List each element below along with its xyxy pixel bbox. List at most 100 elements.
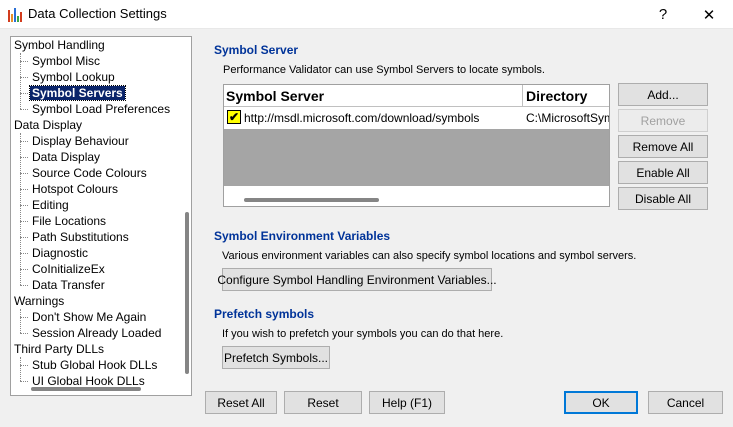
column-header-symbol-server[interactable]: Symbol Server: [226, 88, 324, 104]
settings-tree[interactable]: Symbol Handling Symbol Misc Symbol Lookup S…: [10, 36, 192, 396]
tree-branch-line: [20, 357, 21, 381]
tree-vertical-scroll-thumb[interactable]: [185, 212, 189, 374]
tree-item-symbol-servers[interactable]: Symbol Servers: [29, 85, 126, 101]
tree-item-label: Path Substitutions: [32, 230, 129, 244]
tree-connector: [20, 141, 28, 142]
symbol-server-grid[interactable]: Symbol Server Directory ✔ http://msdl.mi…: [223, 84, 610, 207]
reset-button[interactable]: Reset: [284, 391, 362, 414]
tree-item-data-transfer[interactable]: Data Transfer: [30, 277, 107, 293]
help-icon[interactable]: ?: [640, 0, 686, 29]
tree-item-symbol-load-preferences[interactable]: Symbol Load Preferences: [30, 101, 172, 117]
tree-connector: [20, 237, 28, 238]
symbol-server-description: Performance Validator can use Symbol Ser…: [223, 64, 545, 76]
tree-item-third-party-dlls[interactable]: Third Party DLLs: [12, 341, 106, 357]
add-button[interactable]: Add...: [618, 83, 708, 106]
tree-connector: [20, 253, 28, 254]
tree-item-file-locations[interactable]: File Locations: [30, 213, 108, 229]
column-header-directory[interactable]: Directory: [526, 88, 587, 104]
grid-horizontal-scrollbar[interactable]: [224, 193, 609, 206]
server-url-cell: http://msdl.microsoft.com/download/symbo…: [244, 111, 480, 125]
reset-all-button[interactable]: Reset All: [205, 391, 277, 414]
prefetch-description: If you wish to prefetch your symbols you…: [222, 328, 504, 340]
tree-item-label: CoInitializeEx: [32, 262, 105, 276]
env-vars-description: Various environment variables can also s…: [222, 250, 637, 262]
disable-all-button[interactable]: Disable All: [618, 187, 708, 210]
column-divider[interactable]: [522, 85, 523, 107]
tree-item-symbol-misc[interactable]: Symbol Misc: [30, 53, 102, 69]
tree-connector: [20, 269, 28, 270]
ok-button[interactable]: OK: [564, 391, 638, 414]
close-icon[interactable]: ✕: [686, 0, 732, 29]
tree-item-path-substitutions[interactable]: Path Substitutions: [30, 229, 131, 245]
tree-item-label: Session Already Loaded: [32, 326, 162, 340]
window-title: Data Collection Settings: [28, 6, 167, 21]
tree-horizontal-scrollbar[interactable]: [11, 382, 182, 395]
tree-item-label: Data Display: [32, 150, 101, 164]
tree-item-label: Don't Show Me Again: [32, 310, 147, 324]
tree-item-label: Data Transfer: [32, 278, 105, 292]
tree-connector: [20, 333, 28, 334]
tree-item-label: Hotspot Colours: [32, 182, 119, 196]
tree-vertical-scrollbar[interactable]: [182, 37, 191, 379]
tree-item-label: Display Behaviour: [32, 134, 129, 148]
tree-item-symbol-lookup[interactable]: Symbol Lookup: [30, 69, 117, 85]
tree-item-diagnostic[interactable]: Diagnostic: [30, 245, 90, 261]
tree-item-label: Symbol Misc: [32, 54, 101, 68]
tree-item-coinitializeex[interactable]: CoInitializeEx: [30, 261, 107, 277]
grid-header: Symbol Server Directory: [224, 85, 609, 107]
tree-item-hotspot-colours[interactable]: Hotspot Colours: [30, 181, 120, 197]
tree-item-don-t-show-me-again[interactable]: Don't Show Me Again: [30, 309, 148, 325]
tree-item-label: Third Party DLLs: [14, 342, 105, 356]
tree-item-label: Symbol Handling: [14, 38, 105, 52]
grid-empty-area: [224, 129, 609, 186]
tree-connector: [20, 221, 28, 222]
remove-button[interactable]: Remove: [618, 109, 708, 132]
tree-branch-line: [20, 133, 21, 285]
tree-item-data-display[interactable]: Data Display: [12, 117, 84, 133]
grid-horizontal-scroll-thumb[interactable]: [244, 198, 379, 202]
tree-item-display-behaviour[interactable]: Display Behaviour: [30, 133, 131, 149]
tree-connector: [20, 157, 28, 158]
help-button[interactable]: Help (F1): [369, 391, 445, 414]
table-row[interactable]: ✔ http://msdl.microsoft.com/download/sym…: [224, 107, 609, 129]
enabled-checkbox[interactable]: ✔: [227, 110, 241, 124]
tree-item-data-display[interactable]: Data Display: [30, 149, 102, 165]
tree-item-label: Stub Global Hook DLLs: [32, 358, 158, 372]
tree-item-session-already-loaded[interactable]: Session Already Loaded: [30, 325, 163, 341]
tree-item-label: Diagnostic: [32, 246, 89, 260]
tree-item-label: Editing: [32, 198, 69, 212]
tree-item-label: Symbol Load Preferences: [32, 102, 171, 116]
symbol-server-title: Symbol Server: [214, 43, 299, 57]
tree-item-warnings[interactable]: Warnings: [12, 293, 66, 309]
env-vars-title: Symbol Environment Variables: [214, 229, 391, 243]
tree-item-symbol-handling[interactable]: Symbol Handling: [12, 37, 107, 53]
tree-connector: [20, 205, 28, 206]
directory-cell: C:\MicrosoftSym: [526, 111, 610, 125]
remove-all-button[interactable]: Remove All: [618, 135, 708, 158]
tree-connector: [20, 365, 28, 366]
tree-item-label: Data Display: [14, 118, 83, 132]
tree-item-label: Symbol Servers: [29, 85, 126, 101]
tree-connector: [20, 173, 28, 174]
tree-horizontal-scroll-thumb[interactable]: [31, 387, 141, 391]
tree-item-label: Source Code Colours: [32, 166, 147, 180]
title-bar: Data Collection Settings ? ✕: [0, 0, 733, 29]
tree-connector: [20, 77, 28, 78]
tree-connector: [20, 285, 28, 286]
tree-connector: [20, 61, 28, 62]
tree-item-editing[interactable]: Editing: [30, 197, 71, 213]
tree-branch-line: [20, 53, 21, 109]
tree-connector: [20, 189, 28, 190]
prefetch-symbols-button[interactable]: Prefetch Symbols...: [222, 346, 330, 369]
tree-item-source-code-colours[interactable]: Source Code Colours: [30, 165, 149, 181]
prefetch-title: Prefetch symbols: [214, 307, 315, 321]
tree-item-label: Warnings: [14, 294, 65, 308]
tree-item-label: File Locations: [32, 214, 107, 228]
tree-item-label: Symbol Lookup: [32, 70, 115, 84]
enable-all-button[interactable]: Enable All: [618, 161, 708, 184]
configure-env-vars-button[interactable]: Configure Symbol Handling Environment Va…: [217, 268, 497, 291]
tree-branch-line: [20, 309, 21, 333]
tree-connector: [20, 93, 28, 94]
cancel-button[interactable]: Cancel: [648, 391, 723, 414]
tree-item-stub-global-hook-dlls[interactable]: Stub Global Hook DLLs: [30, 357, 159, 373]
